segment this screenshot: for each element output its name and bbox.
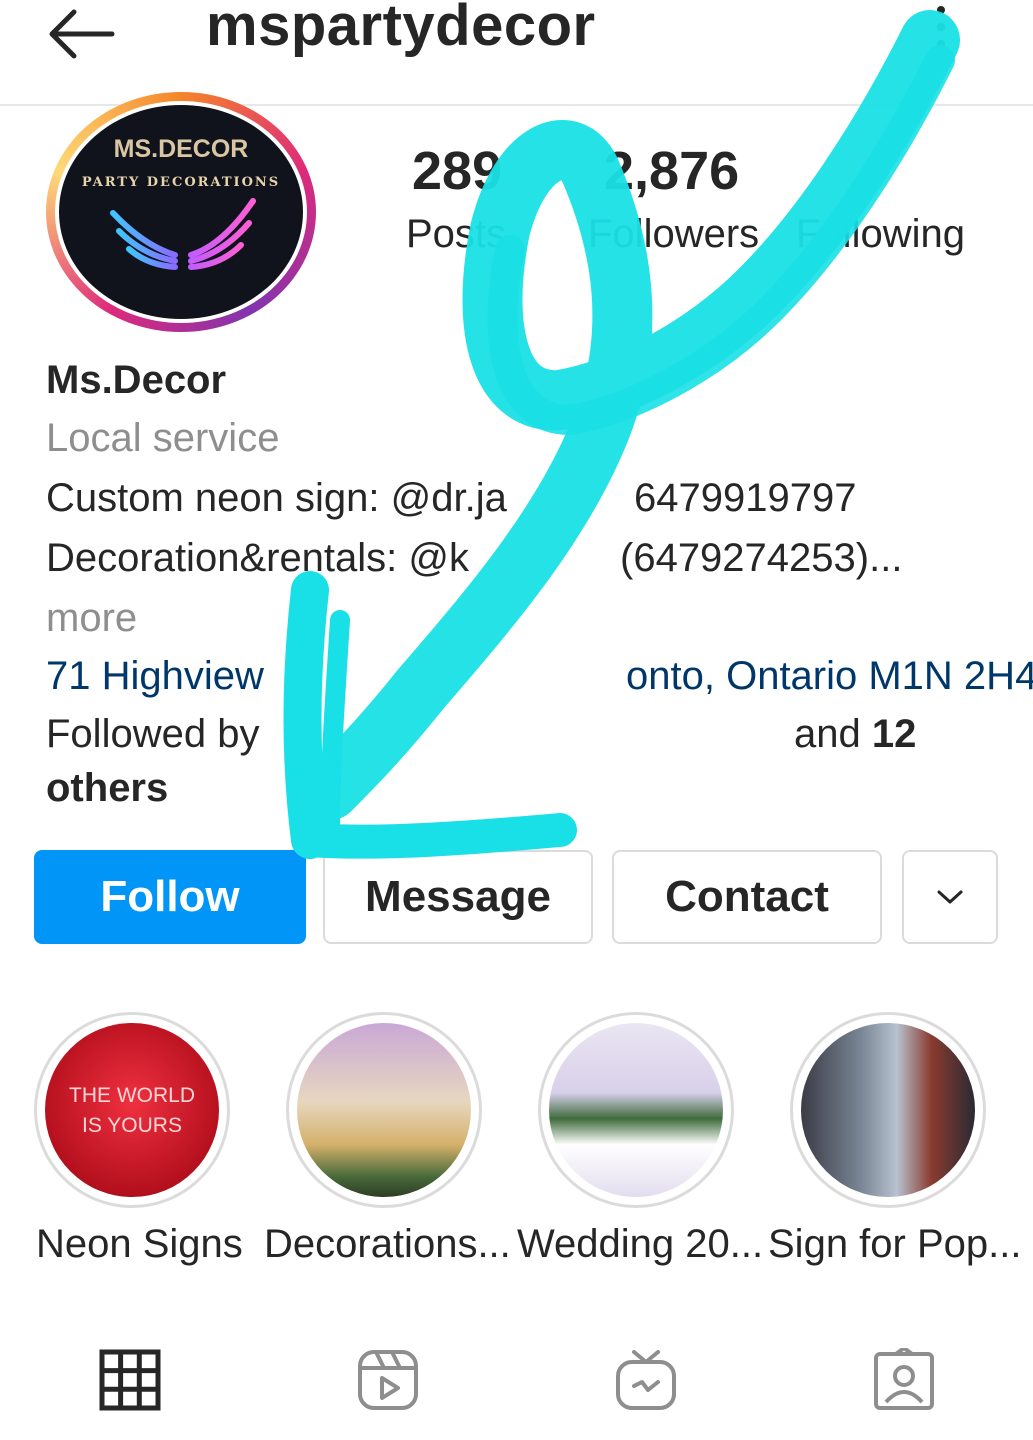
profile-username: mspartydecor: [206, 0, 596, 58]
following-label[interactable]: Following: [796, 212, 965, 257]
posts-label[interactable]: Posts: [406, 212, 506, 257]
message-button[interactable]: Message: [323, 850, 593, 944]
bio-more-link[interactable]: more: [46, 596, 137, 641]
highlight-decorations[interactable]: [286, 1012, 482, 1208]
neon-text-2: IS YOURS: [82, 1114, 182, 1137]
wings-logo-icon: [110, 198, 256, 270]
bio-address-start[interactable]: 71 Highview: [46, 654, 264, 699]
logo-subtitle: PARTY DECORATIONS: [81, 175, 281, 190]
highlight-decorations-image: [297, 1023, 471, 1197]
followed-count: 12: [871, 712, 917, 756]
tagged-icon[interactable]: [872, 1348, 936, 1412]
bio-line-neon: Custom neon sign: @dr.ja: [46, 476, 507, 521]
followed-and: and: [794, 712, 872, 756]
highlight-sign-popup[interactable]: [790, 1012, 986, 1208]
more-vertical-icon[interactable]: [926, 2, 956, 52]
arrow-left-icon[interactable]: [44, 6, 116, 62]
bio-neon-phone: 6479919797: [634, 476, 857, 520]
highlight-label: Decorations...: [264, 1222, 511, 1266]
grid-icon[interactable]: [98, 1348, 162, 1412]
bio-decoration-phone: (6479274253)...: [620, 536, 903, 580]
avatar[interactable]: MS.DECOR PARTY DECORATIONS: [55, 101, 307, 323]
followers-label[interactable]: Followers: [588, 212, 759, 257]
bio-neon-mention[interactable]: Custom neon sign: @dr.ja: [46, 476, 507, 520]
suggested-dropdown-button[interactable]: [902, 850, 998, 944]
posts-count[interactable]: 289: [412, 140, 502, 202]
highlight-neon-image: THE WORLD IS YOURS: [45, 1023, 219, 1197]
igtv-icon[interactable]: [614, 1348, 678, 1412]
contact-button[interactable]: Contact: [612, 850, 882, 944]
highlight-label: Neon Signs: [36, 1222, 243, 1266]
bio-category: Local service: [46, 416, 280, 460]
reels-icon[interactable]: [356, 1348, 420, 1412]
highlight-wedding-image: [549, 1023, 723, 1197]
logo-title: MS.DECOR: [113, 135, 249, 163]
chevron-down-icon: [937, 890, 963, 904]
followers-count[interactable]: 2,876: [604, 140, 739, 202]
bio-name: Ms.Decor: [46, 358, 227, 402]
highlight-label: Wedding 20...: [517, 1222, 764, 1266]
bio-address-end[interactable]: onto, Ontario M1N 2H4: [626, 654, 1033, 699]
followed-by-suffix[interactable]: and 12: [794, 712, 916, 757]
neon-text-1: THE WORLD: [69, 1084, 195, 1107]
follow-button[interactable]: Follow: [34, 850, 306, 944]
highlight-wedding[interactable]: [538, 1012, 734, 1208]
bio-decoration-mention[interactable]: Decoration&rentals: @k: [46, 536, 469, 580]
highlight-neon-signs[interactable]: THE WORLD IS YOURS: [34, 1012, 230, 1208]
highlight-label: Sign for Pop...: [768, 1222, 1022, 1266]
followed-others[interactable]: others: [46, 766, 168, 811]
bio-line-decoration: Decoration&rentals: @k: [46, 536, 469, 581]
highlight-sign-image: [801, 1023, 975, 1197]
followed-by-prefix[interactable]: Followed by: [46, 712, 259, 757]
